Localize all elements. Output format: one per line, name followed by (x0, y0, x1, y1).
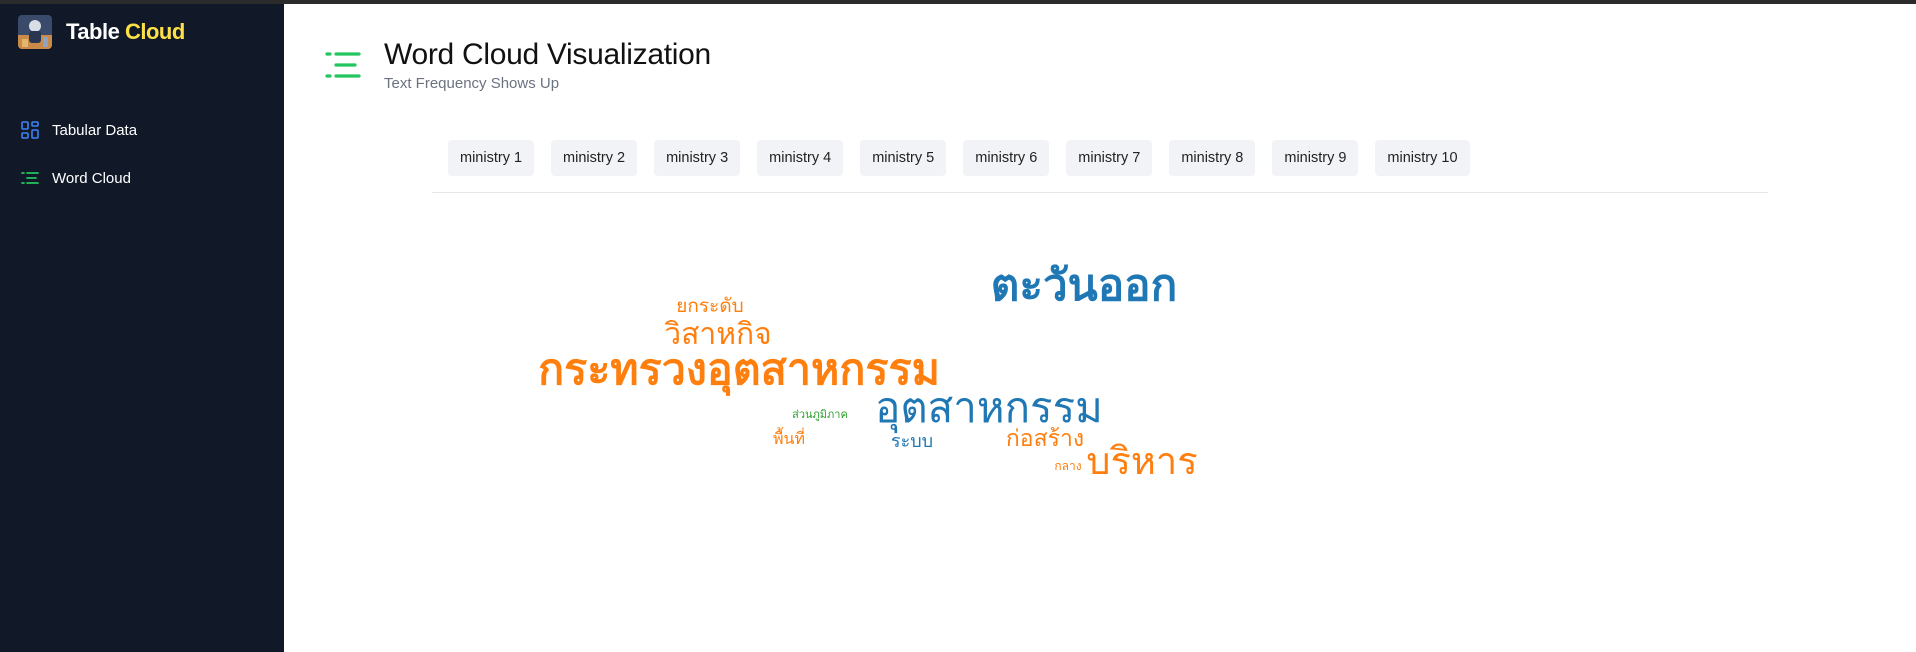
app-logo (18, 15, 52, 49)
sidebar-nav: Tabular Data Word Cloud (0, 106, 284, 202)
word-cloud-word: ก่อสร้าง (1006, 426, 1084, 452)
word-cloud-word: บริหาร (1086, 439, 1197, 483)
word-cloud-word: ยกระดับ (676, 295, 743, 317)
word-cloud-word: ตะวันออก (991, 260, 1177, 311)
grid-icon (20, 120, 40, 140)
brand-name-accent: Cloud (124, 19, 185, 44)
brand-name-main: Table (66, 19, 120, 44)
word-cloud-word: ระบบ (891, 431, 933, 452)
word-cloud-word: กลาง (1054, 459, 1081, 473)
sidebar-item-label: Word Cloud (52, 169, 131, 187)
word-cloud: ตะวันออกยกระดับวิสาหกิจกระทรวงอุตสาหกรรม… (538, 260, 1198, 483)
sidebar-item-tabular-data[interactable]: Tabular Data (0, 106, 284, 154)
sidebar-item-word-cloud[interactable]: Word Cloud (0, 154, 284, 202)
sidebar: Table Cloud Tabular Data Word Cloud (0, 4, 284, 652)
main-content: Word Cloud Visualization Text Frequency … (284, 4, 1916, 652)
word-cloud-word: พื้นที่ (773, 427, 805, 448)
brand[interactable]: Table Cloud (18, 14, 185, 50)
brand-name: Table Cloud (66, 19, 185, 45)
word-cloud-word: ส่วนภูมิภาค (792, 408, 848, 421)
list-icon (20, 168, 40, 188)
sidebar-item-label: Tabular Data (52, 121, 138, 139)
